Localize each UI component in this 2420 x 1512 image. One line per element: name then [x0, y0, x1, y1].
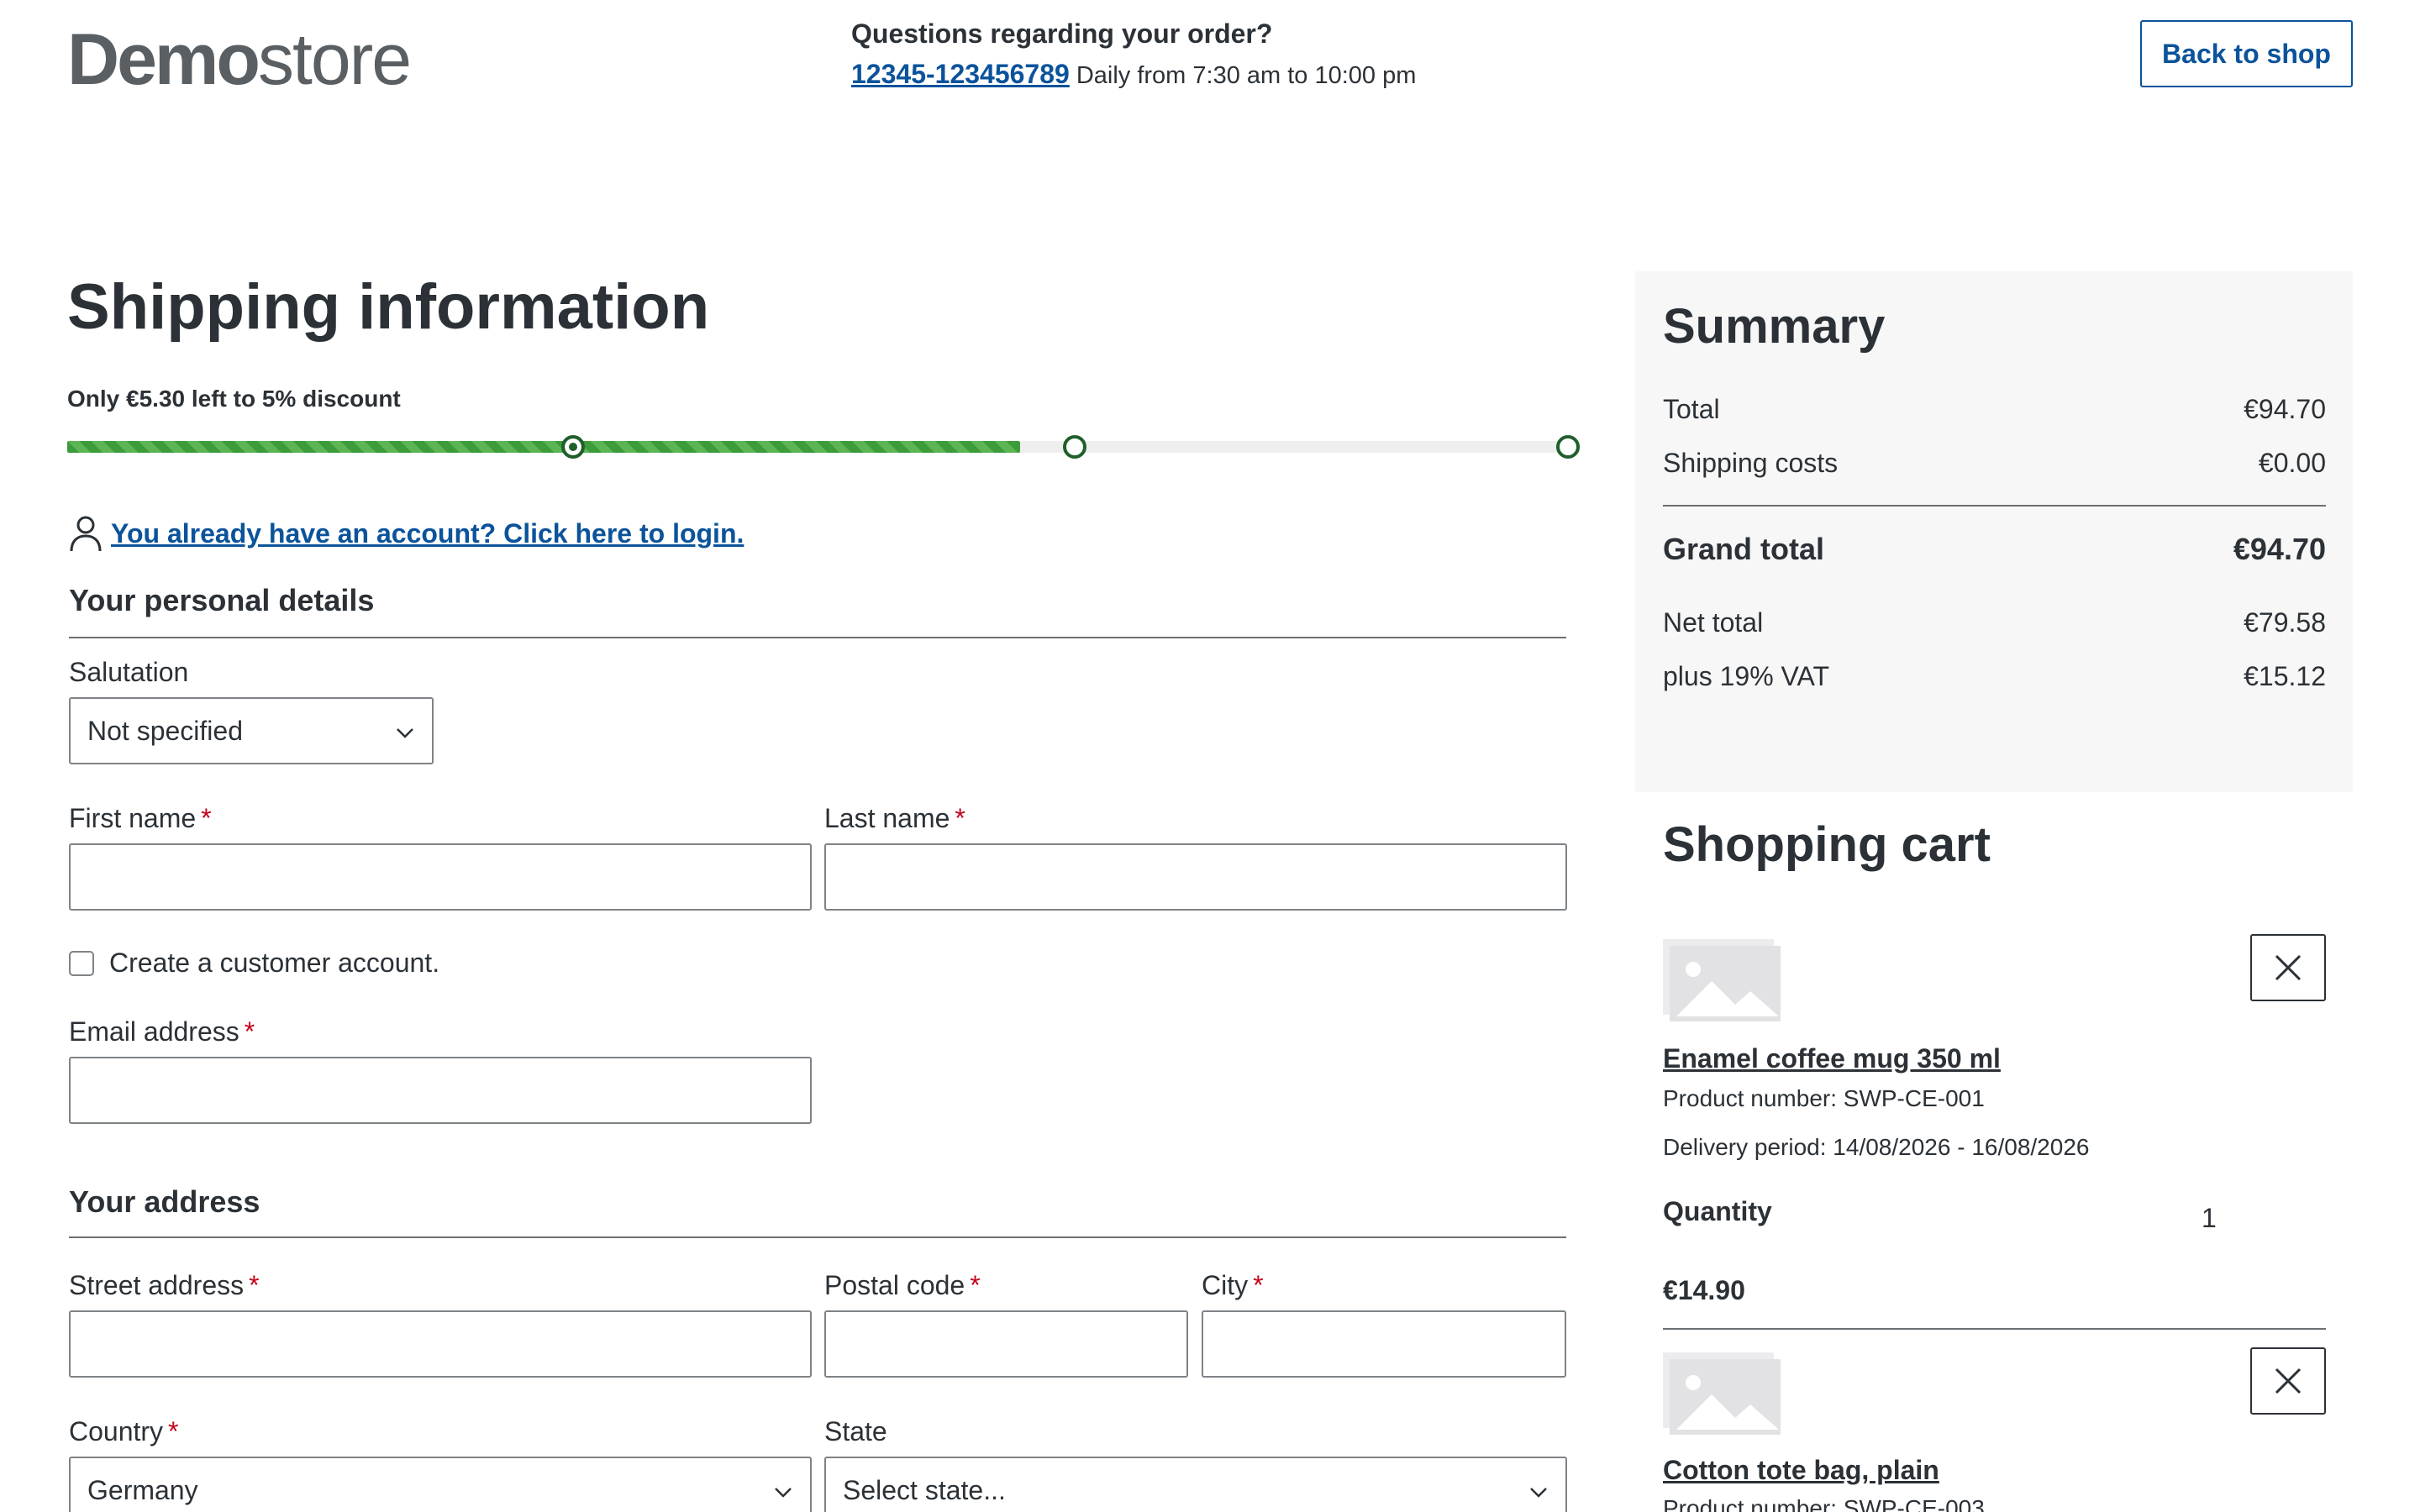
progress-fill: [67, 441, 1020, 453]
summary-row-vat: plus 19% VAT €15.12: [1663, 661, 2326, 692]
state-label: State: [824, 1416, 887, 1446]
progress-milestone-3: [1556, 435, 1580, 459]
required-marker: *: [249, 1270, 260, 1300]
required-marker: *: [201, 803, 212, 833]
contact-question: Questions regarding your order?: [851, 18, 1273, 49]
country-label: Country *: [69, 1416, 179, 1447]
login-link[interactable]: You already have an account? Click here …: [111, 518, 744, 549]
city-label: City *: [1202, 1270, 1264, 1301]
chevron-down-icon: [397, 728, 413, 738]
first-name-label: First name *: [69, 803, 212, 834]
required-marker: *: [168, 1416, 179, 1446]
summary-value: €94.70: [2233, 532, 2326, 566]
remove-item-button[interactable]: [2250, 1347, 2326, 1415]
progress-milestone-2: [1063, 435, 1086, 459]
country-select[interactable]: Germany: [69, 1457, 812, 1512]
summary-label: plus 19% VAT: [1663, 661, 1830, 691]
progress-milestone-1: [561, 435, 585, 459]
create-account-option[interactable]: Create a customer account.: [69, 948, 439, 979]
summary-value: €0.00: [2258, 448, 2326, 478]
shopping-cart-title: Shopping cart: [1663, 817, 1991, 872]
logo-bold-text: Demo: [67, 19, 260, 100]
street-input[interactable]: [69, 1310, 812, 1378]
summary-label: Total: [1663, 394, 1720, 424]
summary-row-grand-total: Grand total €94.70: [1663, 532, 2326, 567]
required-marker: *: [1253, 1270, 1264, 1300]
login-prompt: You already have an account? Click here …: [69, 514, 744, 553]
remove-item-button[interactable]: [2250, 934, 2326, 1001]
last-name-label-text: Last name: [824, 803, 950, 833]
email-label-text: Email address: [69, 1016, 239, 1047]
product-price: €14.90: [1663, 1275, 1745, 1305]
street-label-text: Street address: [69, 1270, 245, 1300]
product-image-placeholder-icon[interactable]: [1663, 939, 1781, 1021]
store-logo[interactable]: Demo store: [67, 18, 412, 100]
postal-code-input[interactable]: [824, 1310, 1188, 1378]
summary-label: Shipping costs: [1663, 448, 1839, 478]
product-number: Product number: SWP-CE-001: [1663, 1085, 1985, 1111]
user-icon: [70, 516, 102, 552]
personal-details-divider: [69, 637, 1566, 638]
last-name-label: Last name *: [824, 803, 965, 834]
country-label-text: Country: [69, 1416, 164, 1446]
back-to-shop-button[interactable]: Back to shop: [2140, 20, 2353, 87]
close-icon: [2275, 1368, 2302, 1394]
create-account-checkbox[interactable]: [69, 950, 94, 976]
salutation-select[interactable]: Not specified: [69, 697, 434, 764]
product-image-placeholder-icon[interactable]: [1663, 1352, 1781, 1435]
required-marker: *: [244, 1016, 255, 1047]
email-input[interactable]: [69, 1057, 812, 1124]
required-marker: *: [970, 1270, 981, 1300]
page-title: Shipping information: [67, 271, 710, 343]
first-name-input[interactable]: [69, 843, 812, 911]
salutation-value: Not specified: [87, 715, 243, 746]
product-number: Product number: SWP-CE-003: [1663, 1495, 1985, 1512]
summary-row-net-total: Net total €79.58: [1663, 607, 2326, 638]
chevron-down-icon: [775, 1488, 792, 1498]
quantity-value[interactable]: 1: [2202, 1203, 2217, 1234]
chevron-down-icon: [1530, 1488, 1547, 1498]
order-summary: Summary Total €94.70 Shipping costs €0.0…: [1635, 271, 2353, 792]
contact-info: Questions regarding your order? 12345-12…: [851, 17, 1416, 92]
summary-row-total: Total €94.70: [1663, 394, 2326, 425]
address-divider: [69, 1236, 1566, 1238]
contact-phone-link[interactable]: 12345-123456789: [851, 59, 1070, 89]
discount-progress-bar: [67, 435, 1580, 459]
required-marker: *: [955, 803, 965, 833]
summary-label: Grand total: [1663, 532, 1825, 566]
product-name-link[interactable]: Enamel coffee mug 350 ml: [1663, 1043, 2001, 1074]
summary-title: Summary: [1663, 299, 1886, 354]
close-icon: [2275, 954, 2302, 981]
first-name-label-text: First name: [69, 803, 197, 833]
city-label-text: City: [1202, 1270, 1249, 1300]
summary-value: €94.70: [2244, 394, 2326, 424]
postal-code-label-text: Postal code: [824, 1270, 965, 1300]
summary-label: Net total: [1663, 607, 1764, 638]
address-heading: Your address: [69, 1184, 260, 1219]
state-value: Select state...: [843, 1474, 1006, 1505]
summary-value: €79.58: [2244, 607, 2326, 638]
street-label: Street address *: [69, 1270, 260, 1301]
product-name-link[interactable]: Cotton tote bag, plain: [1663, 1455, 1939, 1486]
salutation-label: Salutation: [69, 657, 189, 687]
contact-hours: Daily from 7:30 am to 10:00 pm: [1076, 62, 1417, 89]
quantity-label: Quantity: [1663, 1196, 1772, 1226]
city-input[interactable]: [1202, 1310, 1566, 1378]
country-value: Germany: [87, 1474, 198, 1505]
cart-item-divider: [1663, 1328, 2326, 1330]
discount-progress-text: Only €5.30 left to 5% discount: [67, 386, 401, 412]
summary-value: €15.12: [2244, 661, 2326, 691]
summary-row-shipping: Shipping costs €0.00: [1663, 448, 2326, 479]
logo-light-text: store: [257, 19, 412, 100]
state-select[interactable]: Select state...: [824, 1457, 1567, 1512]
personal-details-heading: Your personal details: [69, 583, 375, 617]
postal-code-label: Postal code *: [824, 1270, 981, 1301]
contact-line: 12345-123456789 Daily from 7:30 am to 10:…: [851, 57, 1416, 92]
last-name-input[interactable]: [824, 843, 1567, 911]
summary-divider: [1663, 505, 2326, 507]
email-label: Email address *: [69, 1016, 255, 1047]
delivery-period: Delivery period: 14/08/2026 - 16/08/2026: [1663, 1134, 2090, 1160]
create-account-label: Create a customer account.: [109, 948, 440, 978]
